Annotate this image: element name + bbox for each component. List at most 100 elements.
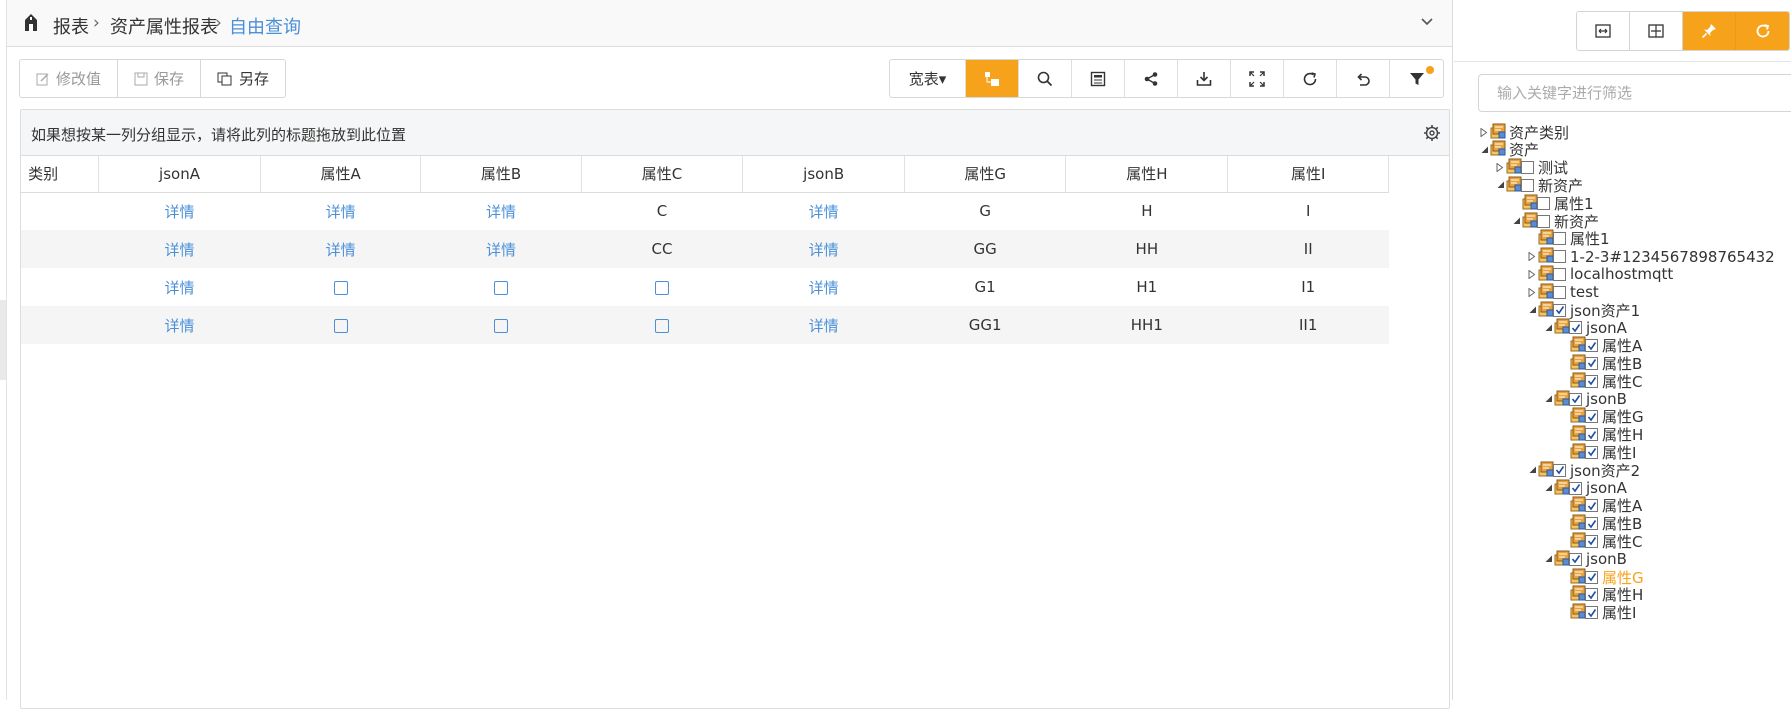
column-tree-toggle-button[interactable] xyxy=(966,60,1019,97)
tree-checkbox[interactable] xyxy=(1585,410,1598,424)
detail-link[interactable]: 详情 xyxy=(326,241,356,259)
tree-node-label[interactable]: jsonA xyxy=(1586,479,1627,497)
view-mode-dropdown[interactable]: 宽表▾ xyxy=(890,60,966,97)
caret-down-icon[interactable] xyxy=(1526,464,1538,476)
breadcrumb-asset-report[interactable]: 资产属性报表 xyxy=(110,13,218,39)
detail-link[interactable]: 详情 xyxy=(165,241,195,259)
cell-checkbox[interactable] xyxy=(493,280,508,295)
tree-checkbox[interactable] xyxy=(1569,552,1582,566)
modify-value-button[interactable]: 修改值 xyxy=(20,60,119,97)
column-header[interactable]: 属性G xyxy=(904,156,1067,193)
column-header[interactable]: jsonB xyxy=(742,156,905,193)
caret-down-icon[interactable] xyxy=(1542,393,1554,405)
detail-link[interactable]: 详情 xyxy=(809,241,839,259)
tree-checkbox[interactable] xyxy=(1569,392,1582,406)
cell-checkbox[interactable] xyxy=(333,280,348,295)
save-button[interactable]: 保存 xyxy=(118,60,202,97)
cell-checkbox[interactable] xyxy=(654,318,669,333)
caret-down-icon[interactable] xyxy=(1526,304,1538,316)
tree-filter-input[interactable] xyxy=(1478,74,1791,112)
column-header[interactable]: 类别 xyxy=(21,156,100,193)
tree-node-label[interactable]: jsonA xyxy=(1586,319,1627,337)
cell-checkbox[interactable] xyxy=(333,318,348,333)
refresh-button[interactable] xyxy=(1284,60,1337,97)
tree-checkbox[interactable] xyxy=(1585,499,1598,513)
search-button[interactable] xyxy=(1019,60,1072,97)
tree-checkbox[interactable] xyxy=(1537,196,1550,210)
column-header[interactable]: 属性A xyxy=(260,156,422,193)
detail-link[interactable]: 详情 xyxy=(809,279,839,297)
tree-node-label[interactable]: 1-2-3#1234567898765432 xyxy=(1570,248,1775,266)
collapse-columns-button[interactable] xyxy=(1577,12,1630,50)
detail-link[interactable]: 详情 xyxy=(809,203,839,221)
detail-link[interactable]: 详情 xyxy=(165,317,195,335)
pin-button[interactable] xyxy=(1683,12,1736,50)
caret-right-icon[interactable] xyxy=(1478,126,1490,138)
group-drop-zone[interactable]: 如果想按某一列分组显示，请将此列的标题拖放到此位置 xyxy=(21,110,1449,156)
expand-columns-button[interactable] xyxy=(1630,12,1683,50)
chevron-down-icon[interactable] xyxy=(1420,15,1434,29)
tree-checkbox[interactable] xyxy=(1585,356,1598,370)
column-header[interactable]: 属性I xyxy=(1227,156,1389,193)
tree-checkbox[interactable] xyxy=(1585,428,1598,442)
tree-checkbox[interactable] xyxy=(1585,517,1598,531)
cell-checkbox[interactable] xyxy=(654,280,669,295)
undo-button[interactable] xyxy=(1337,60,1390,97)
tree-node-label[interactable]: localhostmqtt xyxy=(1570,265,1673,283)
caret-right-icon[interactable] xyxy=(1526,286,1538,298)
caret-down-icon[interactable] xyxy=(1510,215,1522,227)
tree-checkbox[interactable] xyxy=(1585,339,1598,353)
save-as-button[interactable]: 另存 xyxy=(201,60,285,97)
tree-checkbox[interactable] xyxy=(1585,588,1598,602)
detail-link[interactable]: 详情 xyxy=(486,241,516,259)
tree-checkbox[interactable] xyxy=(1585,445,1598,459)
tree-node-label[interactable]: jsonB xyxy=(1586,390,1627,408)
cell-checkbox[interactable] xyxy=(493,318,508,333)
tree-node-label[interactable]: 属性I xyxy=(1602,602,1636,623)
share-button[interactable] xyxy=(1125,60,1178,97)
tree-checkbox[interactable] xyxy=(1553,267,1566,281)
tree-checkbox[interactable] xyxy=(1585,570,1598,584)
home-icon[interactable] xyxy=(22,11,40,33)
calculator-button[interactable] xyxy=(1072,60,1125,97)
caret-down-icon[interactable] xyxy=(1542,482,1554,494)
tree-node-label[interactable]: jsonB xyxy=(1586,550,1627,568)
download-button[interactable] xyxy=(1178,60,1231,97)
caret-down-icon[interactable] xyxy=(1542,322,1554,334)
filter-button[interactable] xyxy=(1390,60,1443,97)
tree-checkbox[interactable] xyxy=(1585,374,1598,388)
column-header[interactable]: 属性H xyxy=(1065,156,1229,193)
caret-right-icon[interactable] xyxy=(1526,251,1538,263)
detail-link[interactable]: 详情 xyxy=(165,279,195,297)
tree-node[interactable]: 属性I xyxy=(1558,603,1636,623)
sync-button[interactable] xyxy=(1736,12,1789,50)
tree-checkbox[interactable] xyxy=(1521,178,1534,192)
tree-checkbox[interactable] xyxy=(1553,303,1566,317)
tree-node-label[interactable]: test xyxy=(1570,283,1599,301)
tree-checkbox[interactable] xyxy=(1537,214,1550,228)
detail-link[interactable]: 详情 xyxy=(486,203,516,221)
tree-checkbox[interactable] xyxy=(1553,232,1566,246)
tree-checkbox[interactable] xyxy=(1585,534,1598,548)
caret-right-icon[interactable] xyxy=(1494,162,1506,174)
tree-checkbox[interactable] xyxy=(1521,161,1534,175)
caret-down-icon[interactable] xyxy=(1494,179,1506,191)
fullscreen-button[interactable] xyxy=(1231,60,1284,97)
tree-checkbox[interactable] xyxy=(1569,321,1582,335)
column-header[interactable]: jsonA xyxy=(98,156,261,193)
caret-right-icon[interactable] xyxy=(1526,268,1538,280)
detail-link[interactable]: 详情 xyxy=(165,203,195,221)
tree-checkbox[interactable] xyxy=(1553,250,1566,264)
gear-icon[interactable] xyxy=(1423,124,1441,142)
tree-checkbox[interactable] xyxy=(1569,481,1582,495)
column-header[interactable]: 属性C xyxy=(581,156,744,193)
tree-checkbox[interactable] xyxy=(1553,463,1566,477)
detail-link[interactable]: 详情 xyxy=(326,203,356,221)
tree-checkbox[interactable] xyxy=(1585,606,1598,620)
tree-checkbox[interactable] xyxy=(1553,285,1566,299)
column-header[interactable]: 属性B xyxy=(420,156,582,193)
caret-down-icon[interactable] xyxy=(1478,144,1490,156)
detail-link[interactable]: 详情 xyxy=(809,317,839,335)
caret-down-icon[interactable] xyxy=(1542,553,1554,565)
breadcrumb-reports[interactable]: 报表 xyxy=(53,13,89,39)
